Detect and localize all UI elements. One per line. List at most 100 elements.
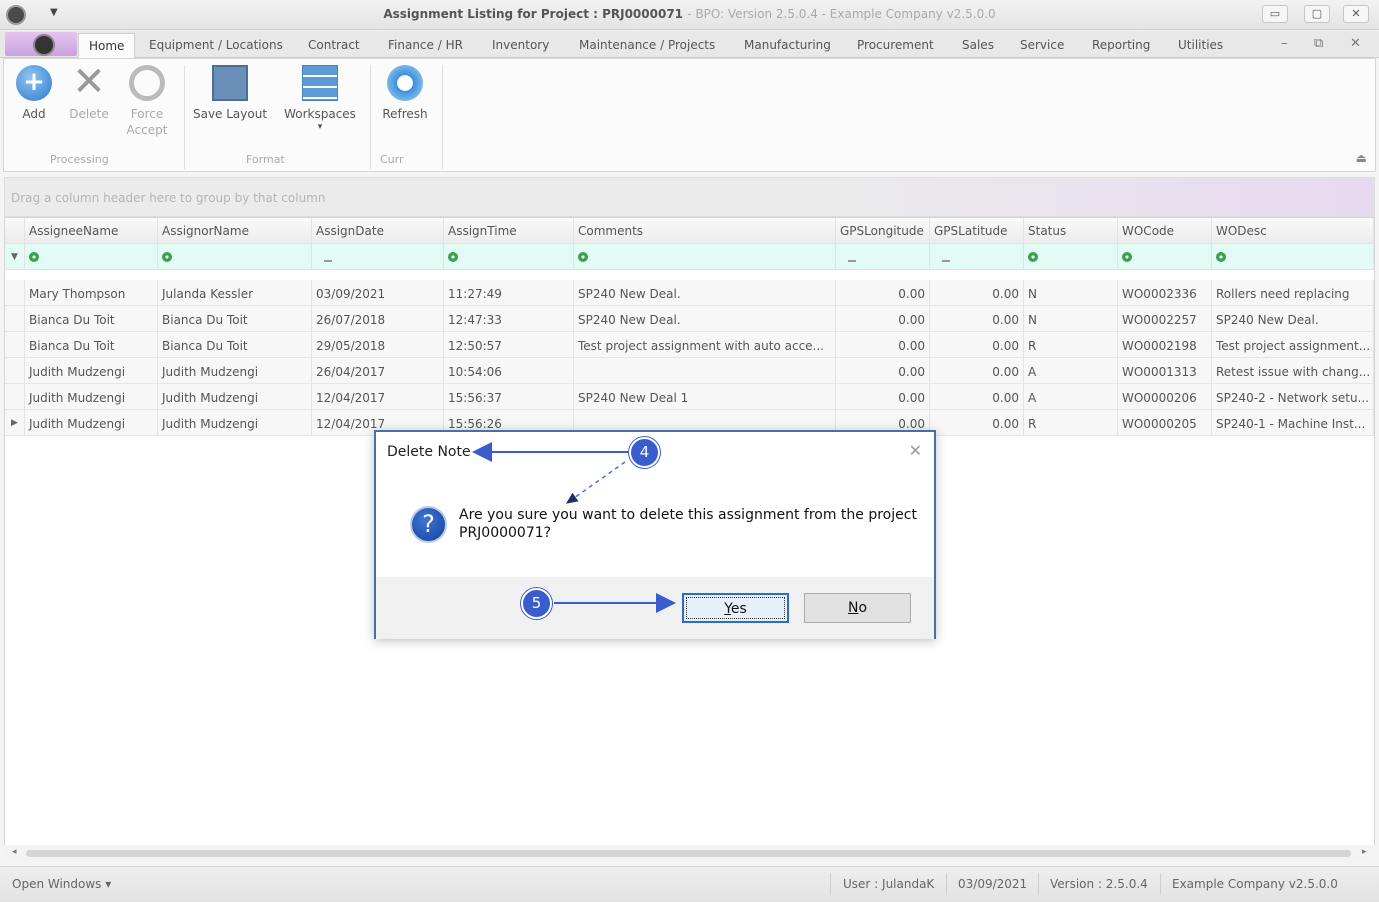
cell-status[interactable]: N xyxy=(1024,306,1118,332)
cell-status[interactable]: A xyxy=(1024,384,1118,410)
cell-assigndate[interactable]: 26/04/2017 xyxy=(312,358,444,384)
cell-gpslongitude[interactable]: 0.00 xyxy=(836,306,930,332)
cell-status[interactable]: R xyxy=(1024,332,1118,358)
column-header-assignorname[interactable]: AssignorName xyxy=(158,218,312,244)
refresh-button[interactable]: Refresh xyxy=(376,65,434,121)
filter-cell-wodesc[interactable] xyxy=(1212,244,1374,270)
cell-wodesc[interactable]: SP240-2 - Network setu... xyxy=(1212,384,1374,410)
cell-gpslatitude[interactable]: 0.00 xyxy=(930,410,1024,436)
cell-gpslongitude[interactable]: 0.00 xyxy=(836,332,930,358)
cell-comments[interactable]: SP240 New Deal. xyxy=(574,306,836,332)
cell-wodesc[interactable]: SP240-1 - Machine Inst... xyxy=(1212,410,1374,436)
tab-sales[interactable]: Sales xyxy=(962,38,994,52)
cell-assignorname[interactable]: Judith Mudzengi xyxy=(158,410,312,436)
cell-gpslongitude[interactable]: 0.00 xyxy=(836,384,930,410)
ribbon-close-icon[interactable]: ✕ xyxy=(1350,36,1361,51)
table-row[interactable]: Judith Mudzengi Judith Mudzengi 12/04/2017… xyxy=(5,384,1374,410)
column-header-assigneename[interactable]: AssigneeName xyxy=(25,218,158,244)
scroll-left-icon[interactable]: ◂ xyxy=(12,847,17,857)
ribbon-collapse-icon[interactable]: ⏏ xyxy=(1356,151,1367,165)
cell-assigntime[interactable]: 12:47:33 xyxy=(444,306,574,332)
cell-assigntime[interactable]: 12:50:57 xyxy=(444,332,574,358)
ribbon-restore-icon[interactable]: ⧉ xyxy=(1314,36,1323,51)
row-indicator[interactable] xyxy=(5,384,25,410)
tab-service[interactable]: Service xyxy=(1020,38,1064,52)
window-close-button[interactable]: ✕ xyxy=(1343,5,1369,23)
cell-wocode[interactable]: WO0000205 xyxy=(1118,410,1212,436)
cell-assigneename[interactable]: Judith Mudzengi xyxy=(25,410,158,436)
cell-gpslongitude[interactable]: 0.00 xyxy=(836,358,930,384)
filter-cell-assigneename[interactable] xyxy=(25,244,158,270)
cell-assignorname[interactable]: Julanda Kessler xyxy=(158,280,312,306)
filter-cell-assignorname[interactable] xyxy=(158,244,312,270)
tab-maintenance-projects[interactable]: Maintenance / Projects xyxy=(579,38,715,52)
cell-assigneename[interactable]: Mary Thompson xyxy=(25,280,158,306)
tab-procurement[interactable]: Procurement xyxy=(857,38,934,52)
cell-assigndate[interactable]: 03/09/2021 xyxy=(312,280,444,306)
filter-cell-assigntime[interactable] xyxy=(444,244,574,270)
window-minimize-button[interactable]: ▭ xyxy=(1262,5,1288,23)
tab-finance-hr[interactable]: Finance / HR xyxy=(388,38,463,52)
row-indicator[interactable]: ▶ xyxy=(5,410,25,436)
cell-wocode[interactable]: WO0002336 xyxy=(1118,280,1212,306)
cell-wodesc[interactable]: Rollers need replacing xyxy=(1212,280,1374,306)
tab-inventory[interactable]: Inventory xyxy=(492,38,549,52)
cell-comments[interactable]: SP240 New Deal 1 xyxy=(574,384,836,410)
cell-assigntime[interactable]: 11:27:49 xyxy=(444,280,574,306)
column-header-gpslatitude[interactable]: GPSLatitude xyxy=(930,218,1024,244)
tab-manufacturing[interactable]: Manufacturing xyxy=(744,38,831,52)
column-header-comments[interactable]: Comments xyxy=(574,218,836,244)
cell-assignorname[interactable]: Bianca Du Toit xyxy=(158,306,312,332)
cell-assignorname[interactable]: Judith Mudzengi xyxy=(158,358,312,384)
open-windows-menu[interactable]: Open Windows ▾ xyxy=(12,877,111,891)
save-layout-button[interactable]: Save Layout xyxy=(190,65,270,121)
cell-status[interactable]: N xyxy=(1024,280,1118,306)
row-indicator[interactable] xyxy=(5,332,25,358)
filter-cell-wocode[interactable] xyxy=(1118,244,1212,270)
cell-wodesc[interactable]: SP240 New Deal. xyxy=(1212,306,1374,332)
ribbon-minimize-icon[interactable]: – xyxy=(1281,36,1288,51)
scroll-right-icon[interactable]: ▸ xyxy=(1362,847,1367,857)
column-header-wocode[interactable]: WOCode xyxy=(1118,218,1212,244)
cell-assignorname[interactable]: Judith Mudzengi xyxy=(158,384,312,410)
cell-assigndate[interactable]: 29/05/2018 xyxy=(312,332,444,358)
table-row[interactable]: Mary Thompson Julanda Kessler 03/09/2021 11… xyxy=(5,280,1374,306)
row-indicator[interactable] xyxy=(5,306,25,332)
scrollbar-thumb[interactable] xyxy=(26,850,1351,857)
force-accept-button[interactable]: Force Accept xyxy=(122,65,172,137)
cell-gpslatitude[interactable]: 0.00 xyxy=(930,306,1024,332)
filter-cell-assigndate[interactable] xyxy=(312,244,444,270)
cell-gpslongitude[interactable]: 0.00 xyxy=(836,280,930,306)
cell-assigneename[interactable]: Bianca Du Toit xyxy=(25,332,158,358)
row-indicator[interactable] xyxy=(5,358,25,384)
cell-wodesc[interactable]: Test project assignment... xyxy=(1212,332,1374,358)
tab-contract[interactable]: Contract xyxy=(308,38,360,52)
tab-reporting[interactable]: Reporting xyxy=(1092,38,1150,52)
cell-status[interactable]: A xyxy=(1024,358,1118,384)
cell-assigndate[interactable]: 12/04/2017 xyxy=(312,384,444,410)
filter-cell-comments[interactable] xyxy=(574,244,836,270)
cell-gpslatitude[interactable]: 0.00 xyxy=(930,332,1024,358)
no-button[interactable]: No xyxy=(804,593,911,623)
cell-assigntime[interactable]: 15:56:37 xyxy=(444,384,574,410)
cell-gpslatitude[interactable]: 0.00 xyxy=(930,280,1024,306)
file-menu-tab[interactable] xyxy=(5,32,77,56)
filter-cell-gpslongitude[interactable] xyxy=(836,244,930,270)
table-row[interactable]: Bianca Du Toit Bianca Du Toit 26/07/2018 12… xyxy=(5,306,1374,332)
column-header-gpslongitude[interactable]: GPSLongitude xyxy=(836,218,930,244)
cell-assigneename[interactable]: Judith Mudzengi xyxy=(25,358,158,384)
delete-button[interactable]: ✕ Delete xyxy=(64,62,114,121)
column-header-assigntime[interactable]: AssignTime xyxy=(444,218,574,244)
table-row[interactable]: Judith Mudzengi Judith Mudzengi 26/04/2017… xyxy=(5,358,1374,384)
add-button[interactable]: + Add xyxy=(12,65,56,121)
group-by-panel[interactable]: Drag a column header here to group by th… xyxy=(4,177,1375,217)
row-indicator[interactable] xyxy=(5,280,25,306)
cell-wodesc[interactable]: Retest issue with chang... xyxy=(1212,358,1374,384)
horizontal-scrollbar[interactable]: ◂ ▸ xyxy=(4,845,1375,861)
column-header-wodesc[interactable]: WODesc xyxy=(1212,218,1374,244)
column-header-assigndate[interactable]: AssignDate xyxy=(312,218,444,244)
filter-cell-status[interactable] xyxy=(1024,244,1118,270)
cell-wocode[interactable]: WO0001313 xyxy=(1118,358,1212,384)
column-header-status[interactable]: Status xyxy=(1024,218,1118,244)
cell-wocode[interactable]: WO0000206 xyxy=(1118,384,1212,410)
